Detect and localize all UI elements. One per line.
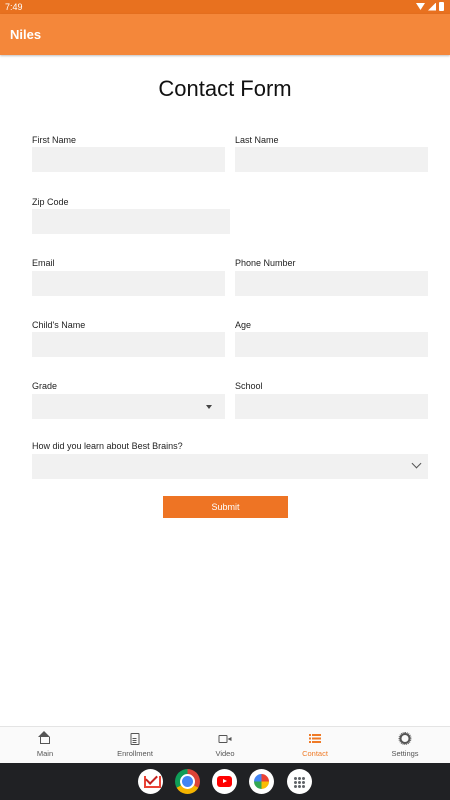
- chrome-icon[interactable]: [175, 769, 200, 794]
- zip-code-field[interactable]: [32, 209, 230, 234]
- home-icon: [38, 731, 50, 744]
- zip-code-label: Zip Code: [32, 197, 69, 207]
- nav-item-contact[interactable]: Contact: [270, 727, 360, 763]
- childs-name-label: Child's Name: [32, 320, 86, 330]
- nav-label: Contact: [302, 749, 328, 758]
- phone-number-label: Phone Number: [235, 258, 296, 268]
- video-icon: [218, 735, 232, 743]
- referral-select[interactable]: [32, 454, 428, 479]
- chevron-down-icon: [411, 458, 422, 469]
- grade-label: Grade: [32, 381, 58, 391]
- app-title: Niles: [10, 27, 42, 42]
- nav-item-enrollment[interactable]: Enrollment: [90, 727, 180, 763]
- referral-label: How did you learn about Best Brains?: [32, 441, 183, 451]
- status-time: 7:49: [5, 2, 23, 12]
- email-label: Email: [32, 258, 55, 268]
- nav-item-main[interactable]: Main: [0, 727, 90, 763]
- gmail-icon[interactable]: [138, 769, 163, 794]
- status-bar: 7:49: [0, 0, 450, 14]
- system-dock: [0, 763, 450, 800]
- last-name-label: Last Name: [235, 135, 279, 145]
- youtube-icon[interactable]: [212, 769, 237, 794]
- status-icons: [416, 2, 444, 11]
- first-name-field[interactable]: [32, 147, 225, 172]
- document-icon: [130, 733, 140, 745]
- nav-label: Main: [36, 749, 54, 758]
- wifi-icon: [416, 3, 425, 10]
- phone-number-field[interactable]: [235, 271, 428, 296]
- nav-item-settings[interactable]: Settings: [360, 727, 450, 763]
- first-name-label: First Name: [32, 135, 77, 145]
- photos-icon[interactable]: [249, 769, 274, 794]
- age-field[interactable]: [235, 332, 428, 357]
- nav-label: Video: [215, 749, 235, 758]
- apps-icon[interactable]: [287, 769, 312, 794]
- nav-label: Settings: [391, 749, 419, 758]
- gear-icon: [398, 732, 412, 745]
- grade-select[interactable]: [32, 394, 225, 419]
- email-field[interactable]: [32, 271, 225, 296]
- app-bar: Niles: [0, 14, 450, 55]
- list-icon: [309, 733, 321, 743]
- age-label: Age: [235, 320, 252, 330]
- nav-item-video[interactable]: Video: [180, 727, 270, 763]
- battery-icon: [439, 2, 444, 11]
- school-field[interactable]: [235, 394, 428, 419]
- submit-button[interactable]: Submit: [163, 496, 288, 518]
- bottom-nav: Main Enrollment Video Contact Settings: [0, 726, 450, 763]
- last-name-field[interactable]: [235, 147, 428, 172]
- dropdown-arrow-icon: [206, 405, 212, 409]
- signal-icon: [428, 2, 436, 11]
- childs-name-field[interactable]: [32, 332, 225, 357]
- page-title: Contact Form: [158, 76, 292, 101]
- nav-label: Enrollment: [117, 749, 153, 758]
- school-label: School: [235, 381, 263, 391]
